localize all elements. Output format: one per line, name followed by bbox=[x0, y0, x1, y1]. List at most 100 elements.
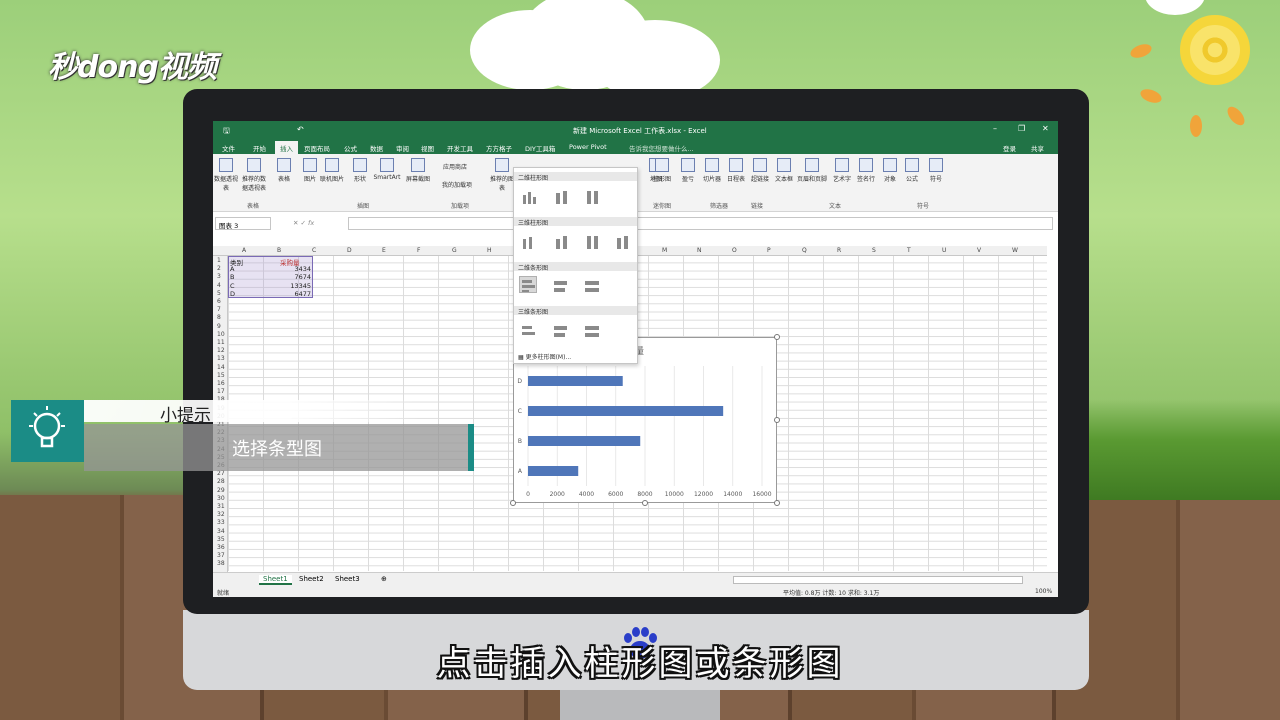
formula-input[interactable] bbox=[348, 217, 1053, 230]
tell-me-box[interactable]: 告诉我您想要做什么... bbox=[629, 143, 694, 153]
text-box-button[interactable]: 文本框 bbox=[771, 158, 797, 183]
row-header[interactable]: 37 bbox=[217, 552, 225, 559]
win-loss-button[interactable]: 盈亏 bbox=[675, 158, 701, 183]
chart-bar[interactable] bbox=[528, 406, 724, 416]
column-header[interactable]: E bbox=[382, 247, 386, 254]
screenshot-button[interactable]: 屏幕截图 bbox=[403, 158, 433, 183]
row-header[interactable]: 17 bbox=[217, 388, 225, 395]
tab-home[interactable]: 开始 bbox=[253, 143, 266, 153]
row-header[interactable]: 28 bbox=[217, 478, 225, 485]
cell-value[interactable]: 7674 bbox=[283, 273, 311, 281]
recommended-pivot-button[interactable]: 推荐的数据透视表 bbox=[241, 158, 267, 192]
column-sparkline-button[interactable]: 柱形图 bbox=[649, 158, 675, 183]
column-header[interactable]: U bbox=[942, 247, 946, 254]
cell-value[interactable]: 6477 bbox=[283, 290, 311, 298]
tab-review[interactable]: 审阅 bbox=[396, 143, 409, 153]
sheet-tab[interactable]: Sheet2 bbox=[295, 575, 328, 583]
chart-bar[interactable] bbox=[528, 436, 641, 446]
store-button[interactable]: 应用商店 bbox=[435, 162, 475, 171]
3d-clustered-column-icon[interactable] bbox=[519, 233, 537, 250]
name-box[interactable]: 图表 3 bbox=[215, 217, 271, 230]
row-header[interactable]: 30 bbox=[217, 495, 225, 502]
column-header[interactable]: P bbox=[767, 247, 771, 254]
close-icon[interactable]: ✕ bbox=[1042, 124, 1049, 133]
add-sheet-icon[interactable]: ⊕ bbox=[377, 575, 391, 583]
header-footer-button[interactable]: 页眉和页脚 bbox=[795, 158, 829, 183]
resize-handle[interactable] bbox=[642, 500, 648, 506]
3d-stacked-column-icon[interactable] bbox=[551, 233, 569, 250]
3d-stacked-bar-icon[interactable] bbox=[551, 321, 569, 338]
shapes-button[interactable]: 形状 bbox=[347, 158, 373, 183]
sheet-tab[interactable]: Sheet3 bbox=[331, 575, 364, 583]
tab-view[interactable]: 视图 bbox=[421, 143, 434, 153]
column-header[interactable]: M bbox=[662, 247, 667, 254]
column-header[interactable]: R bbox=[837, 247, 841, 254]
symbol-button[interactable]: 符号 bbox=[923, 158, 949, 183]
row-header[interactable]: 16 bbox=[217, 380, 225, 387]
clustered-bar-icon[interactable] bbox=[519, 276, 537, 293]
horizontal-scrollbar[interactable] bbox=[733, 576, 1023, 584]
column-header[interactable]: F bbox=[417, 247, 420, 254]
row-header[interactable]: 3 bbox=[217, 273, 221, 280]
row-header[interactable]: 7 bbox=[217, 306, 221, 313]
row-header[interactable]: 4 bbox=[217, 282, 221, 289]
row-header[interactable]: 34 bbox=[217, 528, 225, 535]
cell-category[interactable]: C bbox=[230, 282, 235, 290]
row-header[interactable]: 35 bbox=[217, 536, 225, 543]
zoom-level[interactable]: 100% bbox=[1035, 588, 1052, 595]
column-header[interactable]: T bbox=[907, 247, 911, 254]
row-header[interactable]: 29 bbox=[217, 487, 225, 494]
equation-button[interactable]: 公式 bbox=[899, 158, 925, 183]
resize-handle[interactable] bbox=[774, 334, 780, 340]
percent-bar-icon[interactable] bbox=[582, 276, 600, 293]
slicer-button[interactable]: 切片器 bbox=[699, 158, 725, 183]
tab-formulas[interactable]: 公式 bbox=[344, 143, 357, 153]
row-header[interactable]: 12 bbox=[217, 347, 225, 354]
pivot-table-button[interactable]: 数据透视表 bbox=[213, 158, 239, 192]
tab-page-layout[interactable]: 页面布局 bbox=[304, 143, 330, 153]
row-header[interactable]: 6 bbox=[217, 298, 221, 305]
row-header[interactable]: 32 bbox=[217, 511, 225, 518]
hyperlink-button[interactable]: 超链接 bbox=[747, 158, 773, 183]
row-header[interactable]: 13 bbox=[217, 355, 225, 362]
percent-column-icon[interactable] bbox=[582, 188, 600, 205]
chart-bar[interactable] bbox=[528, 376, 623, 386]
row-header[interactable]: 11 bbox=[217, 339, 225, 346]
tab-insert[interactable]: 插入 bbox=[275, 141, 298, 154]
fx-icon[interactable]: ✕ ✓ fx bbox=[293, 219, 314, 227]
column-header[interactable]: G bbox=[452, 247, 457, 254]
save-icon[interactable]: 🖫 bbox=[223, 125, 230, 139]
undo-icon[interactable]: ↶ bbox=[297, 125, 304, 134]
3d-percent-bar-icon[interactable] bbox=[582, 321, 600, 338]
cell-value[interactable]: 3434 bbox=[283, 265, 311, 273]
resize-handle[interactable] bbox=[774, 417, 780, 423]
3d-percent-column-icon[interactable] bbox=[582, 233, 600, 250]
cell-category[interactable]: A bbox=[230, 265, 234, 273]
tab-power-pivot[interactable]: Power Pivot bbox=[569, 143, 607, 151]
row-header[interactable]: 9 bbox=[217, 323, 221, 330]
column-header[interactable]: N bbox=[697, 247, 702, 254]
column-header[interactable]: O bbox=[732, 247, 737, 254]
share-button[interactable]: 共享 bbox=[1031, 143, 1044, 153]
wordart-button[interactable]: 艺术字 bbox=[829, 158, 855, 183]
more-column-charts-link[interactable]: ▦ 更多柱形图(M)... bbox=[518, 352, 571, 361]
row-header[interactable]: 5 bbox=[217, 290, 221, 297]
login-link[interactable]: 登录 bbox=[1003, 143, 1016, 153]
row-header[interactable]: 31 bbox=[217, 503, 225, 510]
row-header[interactable]: 15 bbox=[217, 372, 225, 379]
sheet-tab[interactable]: Sheet1 bbox=[259, 575, 292, 585]
restore-icon[interactable]: ❐ bbox=[1018, 124, 1025, 133]
row-header[interactable]: 33 bbox=[217, 519, 225, 526]
row-header[interactable]: 36 bbox=[217, 544, 225, 551]
recommended-charts-button[interactable]: 推荐的图表 bbox=[489, 158, 515, 192]
stacked-column-icon[interactable] bbox=[551, 188, 569, 205]
tab-developer[interactable]: 开发工具 bbox=[447, 143, 473, 153]
row-header[interactable]: 10 bbox=[217, 331, 225, 338]
column-header[interactable]: V bbox=[977, 247, 981, 254]
3d-column-icon[interactable] bbox=[612, 233, 630, 250]
resize-handle[interactable] bbox=[510, 500, 516, 506]
column-header[interactable]: A bbox=[242, 247, 246, 254]
online-pictures-button[interactable]: 联机图片 bbox=[319, 158, 345, 183]
row-header[interactable]: 27 bbox=[217, 470, 225, 477]
minimize-icon[interactable]: – bbox=[993, 124, 997, 133]
